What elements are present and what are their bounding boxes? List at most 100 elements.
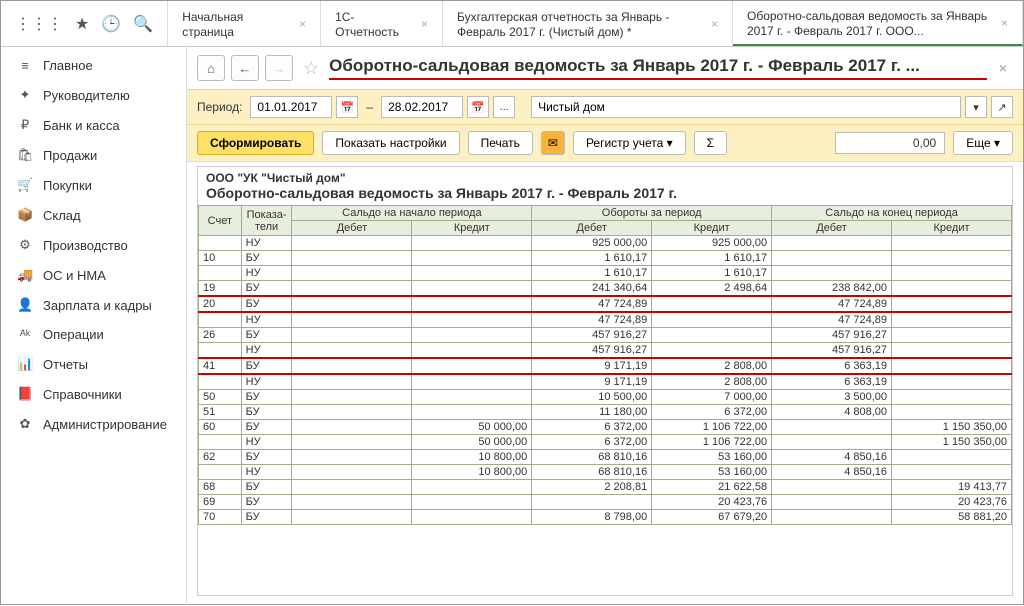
top-tabs-bar: ⋮⋮⋮ ★ 🕒 🔍 Начальная страница×1С-Отчетнос… <box>1 1 1023 47</box>
report-title: Оборотно-сальдовая ведомость за Январь 2… <box>206 185 1004 201</box>
sidebar-item[interactable]: 📊 Отчеты <box>1 349 186 379</box>
tab-label: 1С-Отчетность <box>335 10 413 39</box>
th-indicators: Показа- тели <box>241 206 292 236</box>
tab-close-icon[interactable]: × <box>711 17 718 31</box>
sidebar-item[interactable]: ✦Руководителю <box>1 80 186 110</box>
sidebar-item[interactable]: 👤Зарплата и кадры <box>1 290 186 320</box>
tab-label: Начальная страница <box>182 10 291 39</box>
tab-label: Оборотно-сальдовая ведомость за Январь 2… <box>747 9 993 38</box>
table-row[interactable]: НУ47 724,8947 724,89 <box>199 312 1012 328</box>
th-account: Счет <box>199 206 242 236</box>
table-row[interactable]: 68БУ2 208,8121 622,5819 413,77 <box>199 480 1012 495</box>
report-area[interactable]: ООО "УК "Чистый дом" Оборотно-сальдовая … <box>197 166 1013 596</box>
org-dropdown-icon[interactable]: ▾ <box>965 96 987 118</box>
nav-icon: 🛍 <box>17 147 33 163</box>
calendar-to-icon[interactable]: 📅 <box>467 96 489 118</box>
nav-icon: 📕 <box>17 386 33 402</box>
table-row[interactable]: 70БУ8 798,0067 679,2058 881,20 <box>199 510 1012 525</box>
tab[interactable]: Оборотно-сальдовая ведомость за Январь 2… <box>733 1 1023 46</box>
th-credit: Кредит <box>892 221 1012 236</box>
table-row[interactable]: 20БУ47 724,8947 724,89 <box>199 296 1012 312</box>
sidebar-item[interactable]: 🚚ОС и НМА <box>1 260 186 290</box>
sidebar-item[interactable]: 🛒Покупки <box>1 170 186 200</box>
tab-close-icon[interactable]: × <box>421 17 428 31</box>
clipboard-icon[interactable]: 🕒 <box>101 14 121 34</box>
table-row[interactable]: 10БУ1 610,171 610,17 <box>199 251 1012 266</box>
star-icon[interactable]: ★ <box>75 14 89 34</box>
sigma-button[interactable]: Σ <box>694 131 727 155</box>
sidebar-item[interactable]: ᴬᵏОперации <box>1 320 186 349</box>
date-from-input[interactable] <box>250 96 332 118</box>
table-row[interactable]: 41БУ9 171,192 808,006 363,19 <box>199 358 1012 374</box>
page-title: Оборотно-сальдовая ведомость за Январь 2… <box>329 56 987 80</box>
period-toolbar: Период: 📅 – 📅 ... ▾ ↗ <box>187 89 1023 125</box>
nav-icon: ₽ <box>17 117 33 133</box>
tab[interactable]: Начальная страница × <box>168 1 321 46</box>
nav-icon: ✿ <box>17 416 33 432</box>
th-credit: Кредит <box>652 221 772 236</box>
org-open-icon[interactable]: ↗ <box>991 96 1013 118</box>
nav-label: Справочники <box>43 387 122 402</box>
table-row[interactable]: 26БУ457 916,27457 916,27 <box>199 328 1012 343</box>
tab-close-icon[interactable]: × <box>299 17 306 31</box>
table-row[interactable]: НУ10 800,0068 810,1653 160,004 850,16 <box>199 465 1012 480</box>
calendar-from-icon[interactable]: 📅 <box>336 96 358 118</box>
table-row[interactable]: НУ457 916,27457 916,27 <box>199 343 1012 359</box>
email-button[interactable]: ✉ <box>541 131 565 155</box>
back-button[interactable]: ← <box>231 55 259 81</box>
period-dash: – <box>362 100 377 114</box>
nav-label: Продажи <box>43 148 97 163</box>
date-to-input[interactable] <box>381 96 463 118</box>
period-more-button[interactable]: ... <box>493 96 515 118</box>
sidebar-item[interactable]: 🛍 Продажи <box>1 140 186 170</box>
nav-label: Зарплата и кадры <box>43 298 152 313</box>
nav-label: Администрирование <box>43 417 167 432</box>
th-end-balance: Сальдо на конец периода <box>772 206 1012 221</box>
form-button[interactable]: Сформировать <box>197 131 314 155</box>
table-row[interactable]: НУ1 610,171 610,17 <box>199 266 1012 281</box>
table-row[interactable]: 69БУ20 423,7620 423,76 <box>199 495 1012 510</box>
favorite-icon[interactable]: ☆ <box>303 58 319 79</box>
tab[interactable]: 1С-Отчетность × <box>321 1 443 46</box>
sidebar-item[interactable]: 📦Склад <box>1 200 186 230</box>
nav-icon: ✦ <box>17 87 33 103</box>
table-row[interactable]: 62БУ10 800,0068 810,1653 160,004 850,16 <box>199 450 1012 465</box>
search-icon[interactable]: 🔍 <box>133 14 153 34</box>
apps-icon[interactable]: ⋮⋮⋮ <box>15 14 63 34</box>
table-row[interactable]: 51БУ11 180,006 372,004 808,00 <box>199 405 1012 420</box>
tab-label: Бухгалтерская отчетность за Январь - Фев… <box>457 10 703 39</box>
sidebar-item[interactable]: ⚙Производство <box>1 230 186 260</box>
sidebar-item[interactable]: ✿ Администрирование <box>1 409 186 439</box>
print-button[interactable]: Печать <box>468 131 533 155</box>
forward-button[interactable]: → <box>265 55 293 81</box>
th-turnover: Обороты за период <box>532 206 772 221</box>
table-row[interactable]: НУ9 171,192 808,006 363,19 <box>199 374 1012 390</box>
sidebar-item[interactable]: ≡Главное <box>1 51 186 80</box>
nav-label: ОС и НМА <box>43 268 106 283</box>
nav-icon: ᴬᵏ <box>17 327 33 342</box>
close-icon[interactable]: × <box>993 60 1013 76</box>
organization-input[interactable] <box>531 96 961 118</box>
table-row[interactable]: 60БУ50 000,006 372,001 106 722,001 150 3… <box>199 420 1012 435</box>
nav-label: Покупки <box>43 178 92 193</box>
tab[interactable]: Бухгалтерская отчетность за Январь - Фев… <box>443 1 733 46</box>
nav-icon: 📊 <box>17 356 33 372</box>
action-toolbar: Сформировать Показать настройки Печать ✉… <box>187 125 1023 162</box>
nav-label: Склад <box>43 208 81 223</box>
table-row[interactable]: 50БУ10 500,007 000,003 500,00 <box>199 390 1012 405</box>
sidebar-item[interactable]: ₽ Банк и касса <box>1 110 186 140</box>
nav-label: Отчеты <box>43 357 88 372</box>
amount-display: 0,00 <box>835 132 945 154</box>
th-start-balance: Сальдо на начало периода <box>292 206 532 221</box>
table-row[interactable]: НУ50 000,006 372,001 106 722,001 150 350… <box>199 435 1012 450</box>
more-button[interactable]: Еще ▾ <box>953 131 1013 155</box>
topbar-quick-icons: ⋮⋮⋮ ★ 🕒 🔍 <box>1 1 168 46</box>
home-button[interactable]: ⌂ <box>197 55 225 81</box>
nav-label: Банк и касса <box>43 118 120 133</box>
table-row[interactable]: НУ925 000,00925 000,00 <box>199 236 1012 251</box>
sidebar-item[interactable]: 📕 Справочники <box>1 379 186 409</box>
table-row[interactable]: 19БУ241 340,642 498,64238 842,00 <box>199 281 1012 297</box>
show-settings-button[interactable]: Показать настройки <box>322 131 459 155</box>
register-button[interactable]: Регистр учета ▾ <box>573 131 686 155</box>
tab-close-icon[interactable]: × <box>1001 16 1008 30</box>
